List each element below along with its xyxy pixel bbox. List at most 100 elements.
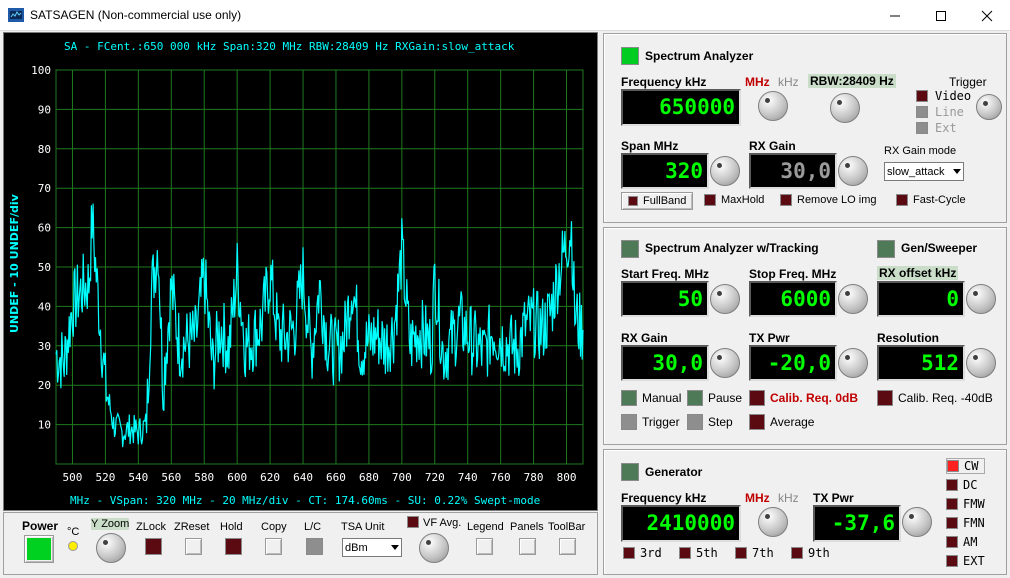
sa-frequency-knob[interactable]	[758, 91, 788, 121]
gen-sweeper-toggle[interactable]	[877, 240, 895, 258]
maxhold-toggle[interactable]: MaxHold	[704, 194, 764, 206]
y-tick-label: 60	[38, 222, 51, 235]
x-tick-label: 760	[491, 471, 511, 484]
rxgain-mode-select[interactable]: slow_attack	[884, 162, 964, 181]
legend-button[interactable]	[476, 538, 493, 555]
hold-label: Hold	[220, 521, 243, 533]
fast-cycle-toggle[interactable]: Fast-Cycle	[896, 194, 966, 206]
gen-frequency-knob[interactable]	[758, 507, 788, 537]
resolution-display[interactable]: 512	[877, 345, 965, 381]
generator-enable-toggle[interactable]	[621, 463, 639, 481]
x-tick-label: 600	[227, 471, 247, 484]
copy-button[interactable]	[265, 538, 282, 555]
calib-0db-toggle[interactable]: Calib. Req. 0dB	[749, 390, 858, 406]
rx-offset-display[interactable]: 0	[877, 281, 965, 317]
resolution-label: Resolution	[877, 331, 939, 345]
fullband-indicator	[628, 196, 638, 206]
txpwr-knob[interactable]	[838, 348, 868, 378]
mode-fmn-label: FMN	[963, 516, 985, 530]
start-freq-knob[interactable]	[710, 284, 740, 314]
minimize-button[interactable]	[872, 0, 918, 31]
panels-button[interactable]	[519, 538, 536, 555]
gen-mhz-unit[interactable]: MHz	[745, 491, 770, 505]
x-tick-label: 540	[128, 471, 148, 484]
calib-40db-toggle[interactable]: Calib. Req. -40dB	[877, 390, 993, 406]
fullband-button[interactable]: FullBand	[621, 192, 694, 210]
tracking-rxgain-knob[interactable]	[710, 348, 740, 378]
power-button[interactable]	[24, 535, 54, 563]
tracking-rxgain-display[interactable]: 30,0	[621, 345, 709, 381]
celsius-label: °C	[67, 526, 80, 538]
remove-lo-indicator	[780, 194, 792, 206]
tsa-unit-label: TSA Unit	[341, 521, 385, 533]
trigger-level-knob[interactable]	[976, 94, 1002, 120]
calib-0db-label: Calib. Req. 0dB	[770, 391, 859, 405]
tsa-unit-select[interactable]: dBm	[342, 538, 402, 557]
panels-label: Panels	[510, 521, 544, 533]
harmonic-9th-toggle[interactable]: 9th	[791, 546, 830, 560]
zreset-label: ZReset	[174, 521, 210, 533]
mode-fmw-toggle[interactable]: FMW	[946, 497, 985, 511]
tracking-enable-toggle[interactable]	[621, 240, 639, 258]
manual-toggle[interactable]: Manual	[621, 390, 681, 406]
start-freq-display[interactable]: 50	[621, 281, 709, 317]
tracking-trigger-toggle[interactable]: Trigger	[621, 414, 680, 430]
trigger-video-toggle[interactable]	[916, 90, 928, 102]
mode-am-toggle[interactable]: AM	[946, 535, 977, 549]
rx-offset-knob[interactable]	[966, 284, 996, 314]
gen-txpwr-display[interactable]: -37,6	[813, 505, 901, 542]
trigger-ext-label: Ext	[935, 121, 957, 135]
trigger-ext-toggle[interactable]	[916, 122, 928, 134]
sa-enable-toggle[interactable]	[621, 47, 639, 65]
stop-freq-label: Stop Freq. MHz	[749, 267, 837, 281]
mode-ext-toggle[interactable]: EXT	[946, 554, 985, 568]
sa-mhz-unit[interactable]: MHz	[745, 75, 770, 89]
txpwr-display[interactable]: -20,0	[749, 345, 837, 381]
harmonic-5th-toggle[interactable]: 5th	[679, 546, 718, 560]
generator-title: Generator	[645, 465, 703, 479]
stop-freq-display[interactable]: 6000	[749, 281, 837, 317]
zreset-button[interactable]	[185, 538, 202, 555]
sa-span-knob[interactable]	[710, 156, 740, 186]
close-button[interactable]	[964, 0, 1010, 31]
maximize-button[interactable]	[918, 0, 964, 31]
yzoom-knob[interactable]	[96, 533, 126, 563]
harmonic-7th-toggle[interactable]: 7th	[735, 546, 774, 560]
harmonic-3rd-toggle[interactable]: 3rd	[623, 546, 662, 560]
sa-rbw-knob[interactable]	[830, 93, 860, 123]
harmonic-9th-label: 9th	[808, 546, 830, 560]
maxhold-indicator	[704, 194, 716, 206]
gen-khz-unit[interactable]: kHz	[778, 491, 799, 505]
stop-freq-knob[interactable]	[838, 284, 868, 314]
step-toggle[interactable]: Step	[687, 414, 733, 430]
step-indicator	[687, 414, 703, 430]
x-tick-label: 660	[326, 471, 346, 484]
hold-toggle[interactable]	[225, 538, 242, 555]
zlock-toggle[interactable]	[145, 538, 162, 555]
vf-avg-toggle[interactable]	[407, 516, 419, 528]
sa-frequency-display[interactable]: 650000	[621, 89, 741, 126]
mode-fmn-toggle[interactable]: FMN	[946, 516, 985, 530]
sa-rxgain-knob[interactable]	[838, 156, 868, 186]
spectrum-display[interactable]: SA - FCent.:650 000 kHz Span:320 MHz RBW…	[3, 32, 598, 511]
mode-am-label: AM	[963, 535, 978, 549]
toolbar-button[interactable]	[559, 538, 576, 555]
vf-avg-knob[interactable]	[419, 533, 449, 563]
sa-rxgain-display[interactable]: 30,0	[749, 153, 837, 189]
gen-frequency-display[interactable]: 2410000	[621, 505, 741, 542]
mode-dc-toggle[interactable]: DC	[946, 478, 977, 492]
remove-lo-label: Remove LO img	[797, 194, 877, 206]
sa-span-display[interactable]: 320	[621, 153, 709, 189]
remove-lo-toggle[interactable]: Remove LO img	[780, 194, 876, 206]
gen-txpwr-knob[interactable]	[902, 507, 932, 537]
trigger-line-toggle[interactable]	[916, 106, 928, 118]
trigger-line-label: Line	[935, 105, 964, 119]
y-tick-label: 90	[38, 103, 51, 116]
pause-toggle[interactable]: Pause	[687, 390, 742, 406]
lc-toggle[interactable]	[306, 538, 323, 555]
resolution-knob[interactable]	[966, 348, 996, 378]
mode-cw-toggle[interactable]: CW	[946, 458, 986, 474]
plot-grid	[55, 69, 584, 465]
average-toggle[interactable]: Average	[749, 414, 814, 430]
sa-khz-unit[interactable]: kHz	[778, 75, 799, 89]
